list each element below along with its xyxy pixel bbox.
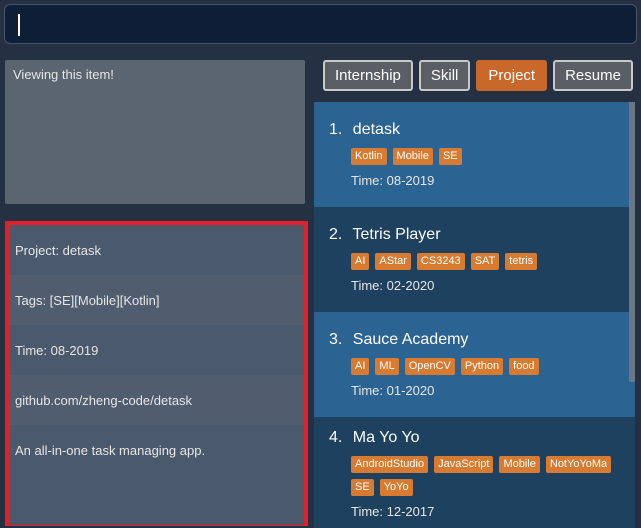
item-name: Tetris Player: [352, 226, 441, 243]
tab-skill[interactable]: Skill: [418, 60, 471, 91]
item-index: 1.: [329, 121, 343, 138]
item-index: 3.: [329, 331, 343, 348]
item-name: Sauce Academy: [352, 331, 469, 348]
item-tags: AI ML OpenCV Python food: [329, 358, 620, 375]
tag: AStar: [375, 253, 411, 270]
list-item[interactable]: 1. detask Kotlin Mobile SE Time: 08-2019: [314, 102, 635, 207]
item-list[interactable]: 1. detask Kotlin Mobile SE Time: 08-2019…: [314, 102, 635, 528]
tag: SE: [438, 148, 462, 165]
item-tags: AndroidStudio JavaScript Mobile NotYoYoM…: [329, 456, 620, 496]
detail-link[interactable]: github.com/zheng-code/detask: [9, 375, 304, 425]
item-title: 4. Ma Yo Yo: [329, 429, 620, 447]
detail-project: Project: detask: [9, 225, 304, 275]
command-input[interactable]: [5, 5, 636, 43]
item-tags: Kotlin Mobile SE: [329, 148, 620, 165]
list-item[interactable]: 4. Ma Yo Yo AndroidStudio JavaScript Mob…: [314, 417, 635, 528]
tag: Mobile: [392, 148, 433, 165]
item-time: Time: 12-2017: [351, 504, 435, 519]
tab-internship[interactable]: Internship: [323, 60, 413, 91]
tag: SE: [351, 479, 374, 496]
item-title: 2. Tetris Player: [329, 226, 620, 244]
tag: JavaScript: [434, 456, 494, 473]
item-name: detask: [352, 121, 400, 138]
list-item[interactable]: 2. Tetris Player AI AStar CS3243 SAT tet…: [314, 207, 635, 312]
tag: OpenCV: [404, 358, 455, 375]
tag: Mobile: [499, 456, 540, 473]
tag: SAT: [470, 253, 500, 270]
detail-tags: Tags: [SE][Mobile][Kotlin]: [9, 275, 304, 325]
tab-bar: Internship Skill Project Resume: [323, 60, 633, 91]
tab-project[interactable]: Project: [476, 60, 548, 91]
command-box[interactable]: [4, 4, 637, 44]
tab-resume[interactable]: Resume: [553, 60, 633, 91]
item-name: Ma Yo Yo: [352, 429, 420, 446]
tag: AI: [351, 358, 370, 375]
tag: AI: [351, 253, 370, 270]
text-caret: [18, 14, 20, 36]
tag: tetris: [505, 253, 538, 270]
list-item[interactable]: 3. Sauce Academy AI ML OpenCV Python foo…: [314, 312, 635, 417]
item-title: 1. detask: [329, 121, 620, 139]
detail-panel: Project: detask Tags: [SE][Mobile][Kotli…: [5, 221, 308, 526]
item-time: Time: 02-2020: [351, 278, 435, 293]
item-index: 2.: [329, 226, 343, 243]
result-display: Viewing this item!: [5, 60, 305, 204]
tag: Kotlin: [351, 148, 387, 165]
tag: Python: [460, 358, 504, 375]
tag: ML: [375, 358, 399, 375]
result-text: Viewing this item!: [13, 67, 114, 82]
tag: AndroidStudio: [351, 456, 429, 473]
item-time: Time: 08-2019: [351, 173, 435, 188]
detail-time: Time: 08-2019: [9, 325, 304, 375]
tag: food: [509, 358, 539, 375]
tag: YoYo: [379, 479, 413, 496]
item-title: 3. Sauce Academy: [329, 331, 620, 349]
item-tags: AI AStar CS3243 SAT tetris: [329, 253, 620, 270]
tag: NotYoYoMa: [545, 456, 612, 473]
item-time: Time: 01-2020: [351, 383, 435, 398]
item-index: 4.: [329, 429, 343, 446]
detail-description: An all-in-one task managing app.: [9, 425, 304, 525]
scrollbar[interactable]: [629, 102, 635, 382]
tag: CS3243: [416, 253, 465, 270]
